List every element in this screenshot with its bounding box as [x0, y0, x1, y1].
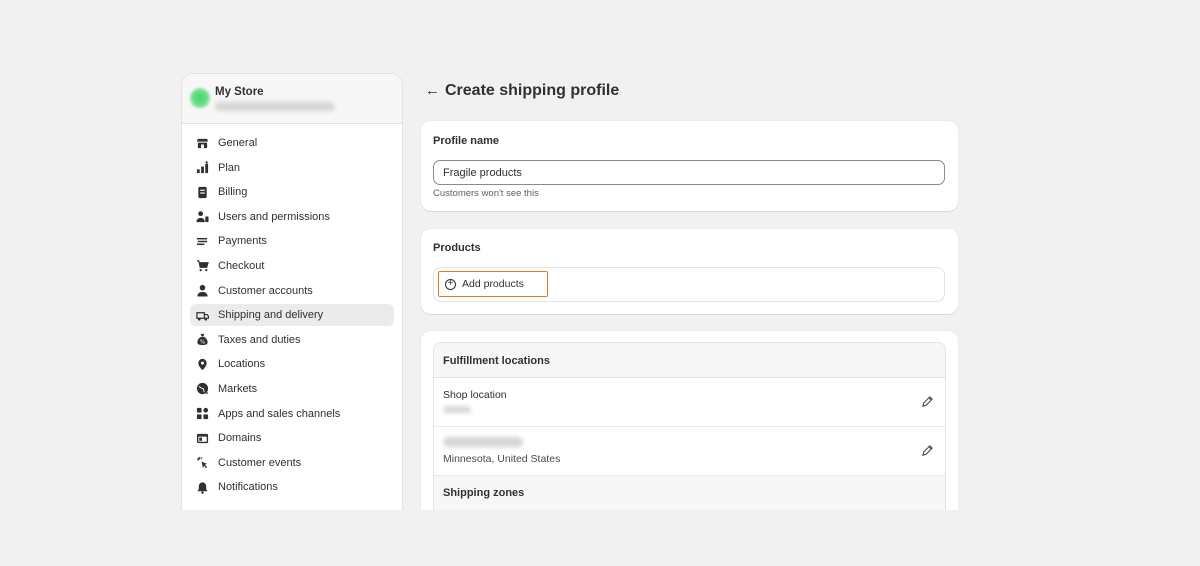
location-pin-icon — [195, 357, 209, 371]
apps-icon — [195, 407, 209, 421]
sidebar-item-general[interactable]: General — [190, 132, 394, 154]
sidebar-item-label: Markets — [218, 382, 258, 395]
sidebar-item-checkout[interactable]: Checkout — [190, 255, 394, 277]
settings-sidebar: My Store General Plan Billing Users and … — [181, 73, 403, 510]
svg-text:$: $ — [205, 391, 208, 396]
location-row[interactable]: Minnesota, United States — [434, 427, 945, 476]
sidebar-item-customer-accounts[interactable]: Customer accounts — [190, 280, 394, 302]
plus-circle-icon: + — [445, 278, 456, 290]
profile-name-title: Profile name — [433, 135, 500, 147]
payments-icon — [195, 234, 209, 248]
profile-name-input[interactable] — [433, 160, 945, 185]
sidebar-item-label: Billing — [218, 186, 248, 199]
shipping-zones-title: Shipping zones — [443, 487, 525, 499]
settings-nav: General Plan Billing Users and permissio… — [182, 124, 402, 498]
svg-text:%: % — [199, 340, 204, 346]
sidebar-item-notifications[interactable]: Notifications — [190, 476, 394, 498]
sidebar-item-label: Users and permissions — [218, 210, 330, 223]
sidebar-item-shipping[interactable]: Shipping and delivery — [190, 304, 394, 327]
sidebar-item-plan[interactable]: Plan — [190, 157, 394, 179]
sidebar-item-label: Locations — [218, 358, 266, 371]
store-header[interactable]: My Store — [182, 74, 402, 124]
sidebar-item-locations[interactable]: Locations — [190, 353, 394, 375]
sidebar-item-label: Notifications — [218, 481, 278, 494]
sidebar-item-label: Customer events — [218, 456, 302, 469]
sidebar-item-label: Customer accounts — [218, 284, 313, 297]
pencil-edit-icon[interactable] — [921, 444, 934, 457]
fulfillment-locations-card: Fulfillment locations Shop location Minn… — [421, 331, 958, 510]
store-icon — [195, 136, 209, 150]
store-name: My Store — [215, 86, 264, 98]
profile-help-text: Customers won't see this — [433, 188, 539, 199]
sidebar-item-label: Apps and sales channels — [218, 407, 341, 420]
location-address-redacted — [443, 406, 471, 413]
location-name-redacted — [443, 437, 523, 447]
bell-icon — [195, 480, 209, 494]
sidebar-item-domains[interactable]: Domains — [190, 427, 394, 449]
pencil-edit-icon[interactable] — [921, 395, 934, 408]
shipping-zones-header: Shipping zones — [434, 476, 945, 510]
sidebar-item-payments[interactable]: Payments — [190, 230, 394, 252]
fulfillment-locations-header: Fulfillment locations — [434, 343, 945, 378]
sidebar-item-label: Domains — [218, 432, 262, 445]
domain-icon — [195, 431, 209, 445]
sidebar-item-markets[interactable]: $ Markets — [190, 378, 394, 400]
truck-icon — [195, 308, 209, 322]
profile-name-card: Profile name Customers won't see this — [421, 121, 958, 211]
location-region: Minnesota, United States — [443, 453, 561, 465]
sidebar-item-apps[interactable]: Apps and sales channels — [190, 403, 394, 425]
receipt-icon — [195, 185, 209, 199]
sidebar-item-label: General — [218, 137, 258, 149]
fulfillment-locations-title: Fulfillment locations — [443, 355, 550, 367]
location-name: Shop location — [443, 389, 507, 401]
add-products-label: Add products — [462, 278, 524, 290]
sidebar-item-label: Payments — [218, 235, 267, 248]
products-title: Products — [433, 242, 481, 254]
globe-icon: $ — [195, 382, 209, 396]
users-icon — [195, 210, 209, 224]
location-row[interactable]: Shop location — [434, 378, 945, 427]
money-bag-icon: % — [195, 333, 209, 347]
store-url-redacted — [215, 102, 335, 111]
sidebar-item-label: Plan — [218, 161, 241, 174]
person-icon — [195, 284, 209, 298]
sidebar-item-taxes[interactable]: % Taxes and duties — [190, 329, 394, 351]
sidebar-item-billing[interactable]: Billing — [190, 181, 394, 203]
store-avatar — [190, 88, 210, 108]
cursor-click-icon — [195, 456, 209, 470]
page-title: Create shipping profile — [445, 82, 620, 99]
cart-icon — [195, 259, 209, 273]
sidebar-item-label: Checkout — [218, 259, 265, 272]
sidebar-item-users[interactable]: Users and permissions — [190, 206, 394, 228]
plan-chart-icon — [195, 161, 209, 175]
arrow-left-icon[interactable]: ← — [425, 82, 440, 99]
sidebar-item-label: Shipping and delivery — [218, 309, 324, 322]
sidebar-item-customer-events[interactable]: Customer events — [190, 452, 394, 474]
locations-box: Fulfillment locations Shop location Minn… — [433, 342, 946, 510]
add-products-button[interactable]: + Add products — [438, 271, 548, 297]
settings-frame: My Store General Plan Billing Users and … — [155, 56, 1047, 510]
products-card: Products + Add products — [421, 229, 958, 314]
sidebar-item-label: Taxes and duties — [218, 333, 301, 346]
products-box: + Add products — [433, 267, 945, 302]
